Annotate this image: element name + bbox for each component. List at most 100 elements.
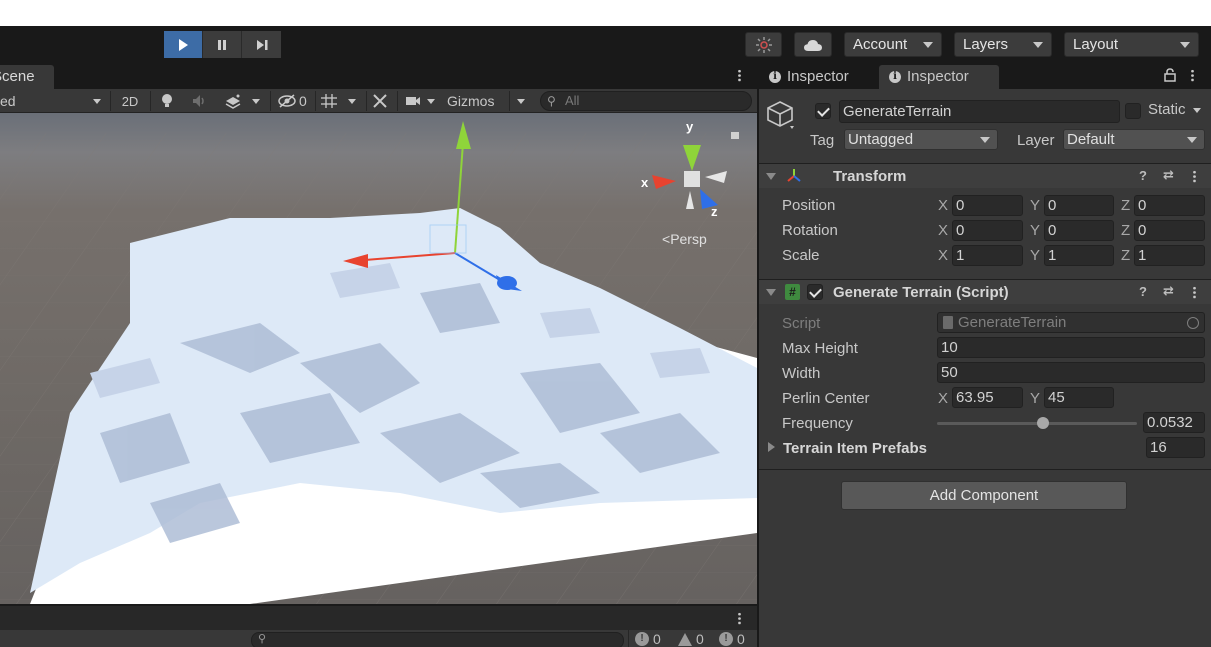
toggle-2d-button[interactable]: 2D [117,91,143,111]
static-dropdown[interactable]: Static [1148,101,1201,118]
tools-icon [373,94,387,108]
gizmo-axis-z: z [711,204,718,219]
play-button[interactable] [164,31,203,58]
lock-icon[interactable] [1164,68,1176,82]
tab-inspector-2[interactable]: i Inspector [879,65,999,89]
cloud-button[interactable] [794,32,832,57]
rotation-z-field[interactable]: 0 [1134,220,1205,241]
audio-toggle[interactable] [192,91,212,111]
warning-count-toggle[interactable]: 0 [678,631,704,647]
shading-mode-dropdown[interactable]: ed [0,91,105,111]
position-y-field[interactable]: 0 [1044,195,1114,216]
scene-visibility-toggle[interactable]: 0 [277,91,313,111]
tab-scene[interactable]: Scene [0,65,54,89]
static-checkbox[interactable] [1125,103,1141,119]
console-search-input[interactable]: ⚲ [251,632,624,647]
add-component-button[interactable]: Add Component [841,481,1127,510]
position-label: Position [782,197,836,214]
effects-dropdown[interactable] [224,91,264,111]
error-count-toggle[interactable]: ! 0 [719,631,745,647]
grid-dropdown[interactable] [320,91,362,111]
script-label: Script [782,315,821,332]
position-z-field[interactable]: 0 [1134,195,1205,216]
scene-viewport[interactable]: y x z <Persp [0,113,757,604]
step-button[interactable] [242,31,281,58]
scale-z-field[interactable]: 1 [1134,245,1205,266]
rotation-y-field[interactable]: 0 [1044,220,1114,241]
camera-dropdown[interactable] [405,91,439,111]
info-icon: i [889,71,901,83]
transform-header[interactable]: Transform ? ⇄ [759,163,1211,188]
position-x-field[interactable]: 0 [952,195,1023,216]
help-icon[interactable]: ? [1139,284,1147,299]
perspective-toggle[interactable]: <Persp [662,231,707,247]
layout-dropdown[interactable]: Layout [1064,32,1199,57]
gizmos-dropdown[interactable]: Gizmos [447,91,529,111]
camera-icon [406,97,420,105]
object-picker-icon[interactable] [1187,317,1199,329]
script-enabled-checkbox[interactable] [807,284,823,300]
scene-search-input[interactable]: ⚲ All [540,91,752,111]
script-component-header[interactable]: # Generate Terrain (Script) ? ⇄ [759,279,1211,304]
scene-tab-bar: Scene [0,63,757,89]
speaker-icon [193,95,204,107]
foldout-arrow-icon[interactable] [766,173,776,180]
axis-z-label: Z [1121,197,1131,214]
chevron-down-icon [252,98,260,104]
axis-z-label: Z [1121,222,1131,239]
layer-dropdown[interactable]: Default [1063,129,1205,150]
scale-label: Scale [782,247,820,264]
info-count-toggle[interactable]: ! 0 [635,631,661,647]
width-label: Width [782,365,821,382]
foldout-arrow-icon[interactable] [766,289,776,296]
scale-y-field[interactable]: 1 [1044,245,1114,266]
tag-dropdown[interactable]: Untagged [844,129,998,150]
terrain-prefabs-label[interactable]: Terrain Item Prefabs [783,440,927,457]
perlin-center-x-field[interactable]: 63.95 [952,387,1023,408]
frequency-slider-thumb[interactable] [1037,417,1049,429]
layers-dropdown[interactable]: Layers [954,32,1052,57]
object-name-field[interactable]: GenerateTerrain [839,100,1120,123]
preset-icon[interactable]: ⇄ [1163,283,1174,299]
script-object-field: GenerateTerrain [937,312,1205,333]
rotation-x-field[interactable]: 0 [952,220,1023,241]
perlin-center-y-field[interactable]: 45 [1044,387,1114,408]
divider [366,91,367,111]
frequency-slider-track[interactable] [937,417,1137,429]
effects-icon [225,94,241,109]
shading-mode-label: ed [0,93,16,109]
more-options-icon[interactable] [1193,170,1196,183]
help-icon[interactable]: ? [1139,168,1147,183]
tools-button[interactable] [372,91,392,111]
foldout-arrow-icon[interactable] [768,442,775,452]
window-top-strip [0,0,1211,26]
hidden-count: 0 [299,93,307,109]
more-options-icon[interactable] [738,612,741,625]
more-options-icon[interactable] [1191,69,1194,82]
chevron-down-icon [1187,137,1197,143]
max-height-label: Max Height [782,340,858,357]
more-options-icon[interactable] [738,69,741,82]
terrain-prefabs-size-field[interactable]: 16 [1146,437,1205,458]
collab-button[interactable] [745,32,782,57]
account-dropdown[interactable]: Account [844,32,942,57]
preset-icon[interactable]: ⇄ [1163,167,1174,183]
tab-inspector-1[interactable]: i Inspector [759,65,877,89]
frequency-field[interactable]: 0.0532 [1143,412,1205,433]
more-options-icon[interactable] [1193,286,1196,299]
grid-icon [321,94,337,108]
inspector-tab-bar: i Inspector i Inspector [759,63,1211,89]
active-checkbox[interactable] [815,103,831,119]
info-count: 0 [653,631,661,647]
error-count: 0 [737,631,745,647]
script-file-icon [943,316,953,329]
lighting-toggle[interactable] [160,91,180,111]
width-field[interactable]: 50 [937,362,1205,383]
pause-button[interactable] [203,31,242,58]
info-icon: i [769,71,781,83]
chevron-down-icon [517,99,525,104]
gizmo-axis-x: x [641,175,649,190]
max-height-field[interactable]: 10 [937,337,1205,358]
playmode-controls [164,31,281,58]
scale-x-field[interactable]: 1 [952,245,1023,266]
